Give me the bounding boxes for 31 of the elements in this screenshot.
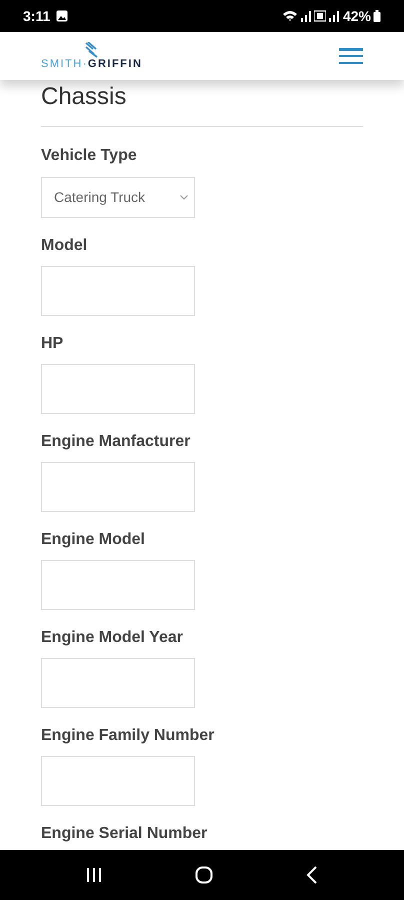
status-time: 3:11 (23, 6, 50, 26)
field-label: HP (41, 334, 64, 354)
menu-button[interactable] (339, 47, 363, 65)
battery-percent: 42% (342, 6, 371, 26)
input-field[interactable] (41, 266, 195, 316)
vehicle-type-dropdown[interactable]: Catering Truck (41, 177, 195, 218)
logo-icon (84, 42, 100, 58)
field-label: Engine Manfacturer (41, 432, 192, 452)
input-field[interactable] (41, 364, 195, 414)
field-label: Engine Model Year (41, 628, 184, 648)
recent-apps-icon[interactable] (86, 867, 102, 883)
section-title: Chassis (41, 82, 128, 112)
logo-text[interactable]: SMITH·GRIFFIN (41, 58, 142, 70)
input-field[interactable] (41, 560, 195, 610)
wifi-icon (282, 10, 298, 22)
back-icon[interactable] (306, 866, 318, 884)
signal-icon (328, 10, 339, 22)
field-label: Engine Family Number (41, 726, 216, 746)
input-field[interactable] (41, 658, 195, 708)
home-icon[interactable] (194, 866, 213, 884)
battery-icon (373, 10, 381, 22)
input-field[interactable] (41, 756, 195, 806)
chevron-down-icon (180, 195, 188, 200)
network-icon (314, 10, 326, 22)
field-label: Engine Serial Number (41, 824, 208, 844)
image-icon (56, 10, 68, 22)
field-label: Vehicle Type (41, 146, 138, 166)
signal-icon (300, 10, 311, 22)
field-label: Engine Model (41, 530, 146, 550)
input-field[interactable] (41, 462, 195, 512)
field-label: Model (41, 236, 88, 256)
